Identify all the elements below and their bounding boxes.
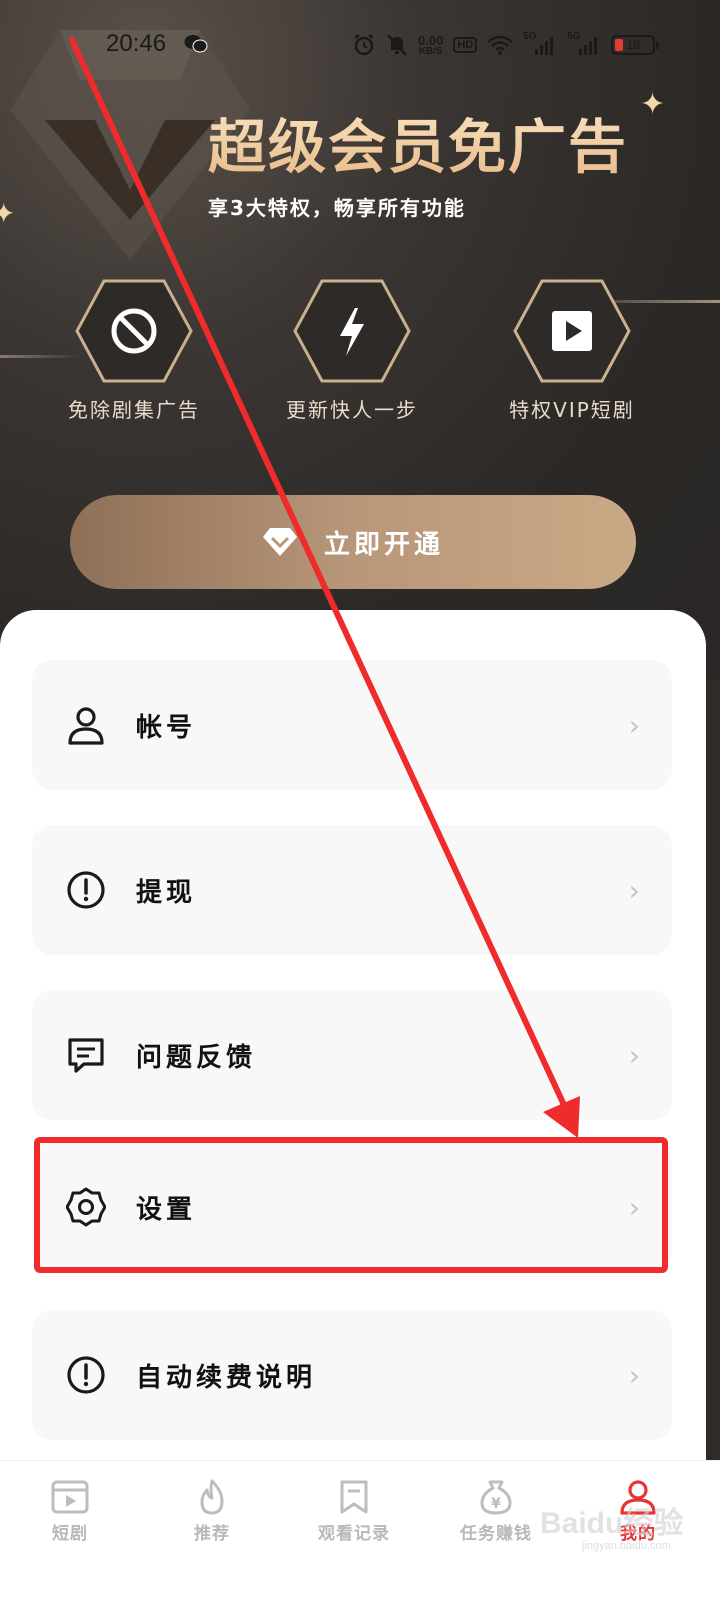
no-ads-icon [75,279,193,383]
signal-5g-2: 5G [567,31,601,57]
tab-label: 推荐 [194,1524,230,1544]
status-time: 20:46 [106,30,167,57]
perk-label: 特权VIP短剧 [509,398,635,422]
wechat-icon [184,35,208,53]
exclamation-circle-icon [67,871,105,909]
menu-item-settings[interactable]: 设置 › [32,1142,672,1272]
message-icon [68,1038,104,1073]
perk-label: 免除剧集广告 [68,398,200,422]
menu-label: 自动续费说明 [136,1362,317,1393]
tab-label: 短剧 [52,1524,88,1544]
net-speed: 0.00 KB/S [418,32,444,57]
hd-badge: HD [453,37,478,53]
chevron-right-icon: › [628,1190,640,1224]
chevron-right-icon: › [628,873,640,907]
play-icon [513,279,631,383]
user-icon [68,707,104,745]
menu-label: 帐号 [136,712,197,743]
bookmark-icon [340,1480,368,1514]
perk-faster-updates: 更新快人一步 [272,278,432,423]
svg-text:¥: ¥ [491,1496,501,1512]
activate-vip-button[interactable]: 立即开通 [70,495,636,589]
vip-title: 超级会员免广告 [208,100,628,184]
wifi-icon [487,35,514,55]
vip-subtitle: 享3大特权，畅享所有功能 [208,196,466,220]
tab-watch-history[interactable]: 观看记录 [294,1479,414,1544]
menu-item-account[interactable]: 帐号 › [32,660,672,790]
menu-label: 问题反馈 [136,1042,257,1073]
baidu-watermark-url: jingyan.baidu.com [582,1540,671,1552]
lightning-icon [293,279,411,383]
chevron-right-icon: › [628,1038,640,1072]
menu-label: 设置 [136,1194,197,1225]
menu-item-withdraw[interactable]: 提现 › [32,825,672,955]
video-icon [51,1480,89,1514]
vip-banner: ✦ ✦ 超级会员免广告 享3大特权，畅享所有功能 免除剧集广告 更新快人一步 特… [0,0,720,680]
money-bag-icon: ¥ [480,1480,512,1515]
menu-item-feedback[interactable]: 问题反馈 › [32,990,672,1120]
status-icons: 0.00 KB/S HD 5G 5G 18 [352,30,660,60]
menu-label: 提现 [136,877,197,908]
sparkle-icon: ✦ [640,87,666,122]
baidu-watermark: Baidu经验 [540,1507,684,1540]
tab-recommend[interactable]: 推荐 [152,1479,272,1544]
activate-vip-label: 立即开通 [323,529,444,560]
battery-level: 18 [626,38,640,52]
tab-label: 任务赚钱 [460,1524,532,1544]
perk-label: 更新快人一步 [286,398,418,422]
chevron-right-icon: › [628,708,640,742]
alarm-icon [354,34,374,56]
status-bar: 20:46 0.00 KB/S HD 5G 5G 18 [0,0,720,90]
exclamation-circle-icon [67,1356,105,1394]
mute-icon [387,34,407,56]
gear-icon [66,1187,106,1227]
tab-dramas[interactable]: 短剧 [10,1479,130,1544]
sparkle-icon: ✦ [0,197,16,230]
perk-vip-dramas: 特权VIP短剧 [492,278,652,423]
perk-no-ads: 免除剧集广告 [54,278,214,423]
signal-5g-1: 5G [523,31,557,57]
tab-earn-money[interactable]: ¥ 任务赚钱 [436,1479,556,1544]
tab-label: 观看记录 [318,1524,390,1544]
flame-icon [200,1479,224,1515]
battery-indicator: 18 [611,35,660,55]
diamond-icon [262,528,297,556]
menu-item-auto-renew-info[interactable]: 自动续费说明 › [32,1310,672,1440]
chevron-right-icon: › [628,1358,640,1392]
